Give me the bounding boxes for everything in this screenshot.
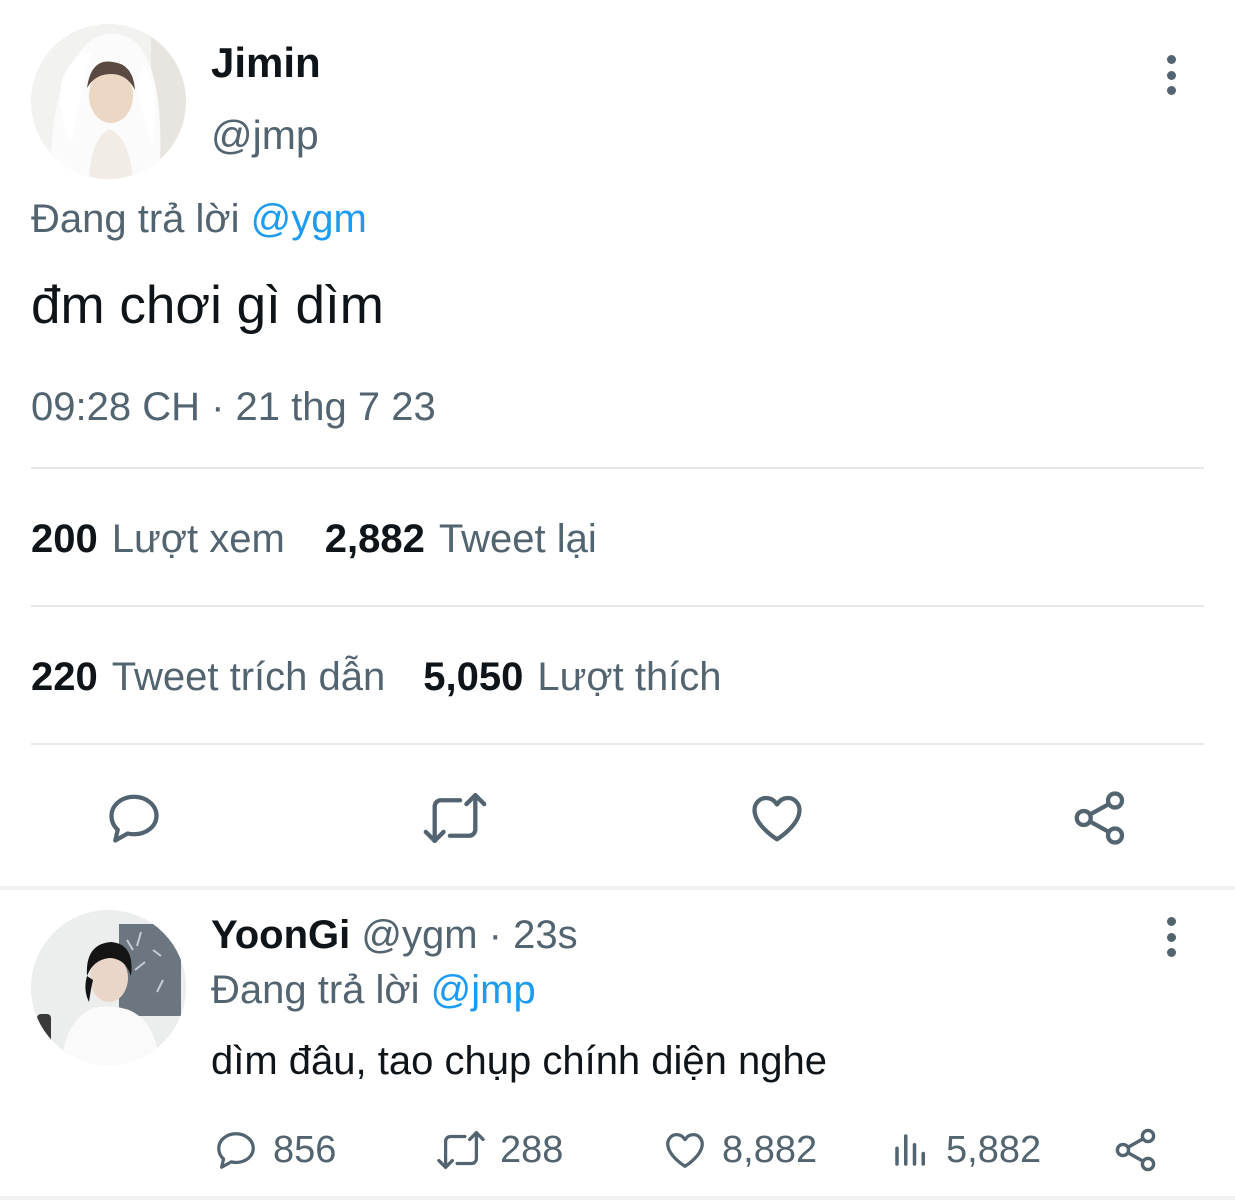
stat-retweets[interactable]: 2,882 Tweet lại <box>325 516 597 562</box>
stat-label: Lượt xem <box>111 517 285 561</box>
share-icon <box>1115 1128 1156 1172</box>
replying-to-prefix: Đang trả lời <box>211 968 420 1012</box>
views-count-button[interactable]: 5,882 <box>890 1126 1041 1174</box>
views-count: 5,882 <box>946 1128 1042 1171</box>
stat-label: Tweet trích dẫn <box>111 655 386 699</box>
author-handle[interactable]: @jmp <box>211 112 319 158</box>
reply-header: YoonGi @ygm · 23s <box>211 912 578 958</box>
avatar[interactable] <box>31 24 186 179</box>
retweet-icon[interactable] <box>422 790 488 846</box>
share-button[interactable] <box>1112 1126 1160 1174</box>
reply-count: 856 <box>273 1128 337 1171</box>
like-icon <box>666 1133 704 1168</box>
reply-time[interactable]: 23s <box>513 913 578 957</box>
replying-to: Đang trả lời @jmp <box>211 967 536 1013</box>
avatar-image <box>31 24 186 179</box>
more-options-icon[interactable] <box>1157 55 1185 95</box>
reply-icon <box>217 1132 255 1169</box>
stats-row-1: 200 Lượt xem 2,882 Tweet lại <box>31 516 597 562</box>
replying-to-mention[interactable]: @ygm <box>251 197 367 241</box>
retweet-count-button[interactable]: 288 <box>436 1126 563 1174</box>
tweet-detail-page: Jimin @jmp Đang trả lời @ygm đm chơi gì … <box>0 0 1235 1200</box>
reply-icon[interactable] <box>104 788 164 848</box>
divider <box>31 743 1204 745</box>
retweet-count: 288 <box>500 1128 564 1171</box>
views-icon <box>895 1134 925 1166</box>
divider <box>31 605 1204 607</box>
stats-row-2: 220 Tweet trích dẫn 5,050 Lượt thích <box>31 654 722 700</box>
author-name[interactable]: Jimin <box>211 40 321 86</box>
stat-views[interactable]: 200 Lượt xem <box>31 516 285 562</box>
stat-value: 2,882 <box>324 517 425 561</box>
like-count: 8,882 <box>722 1128 818 1171</box>
stat-value: 200 <box>31 517 98 561</box>
replying-to-prefix: Đang trả lời <box>31 197 240 241</box>
tweet-text: đm chơi gì dìm <box>31 276 384 335</box>
reply-author-name[interactable]: YoonGi <box>211 913 350 957</box>
meta-separator: · <box>488 913 502 957</box>
more-options-icon[interactable] <box>1157 917 1185 957</box>
like-count-button[interactable]: 8,882 <box>662 1126 817 1174</box>
reply-author-handle[interactable]: @ygm <box>361 913 477 957</box>
share-icon[interactable] <box>1070 788 1130 848</box>
reply-count-button[interactable]: 856 <box>213 1126 336 1174</box>
stat-likes[interactable]: 5,050 Lượt thích <box>423 654 721 700</box>
stat-quote-tweets[interactable]: 220 Tweet trích dẫn <box>31 654 385 700</box>
stat-label: Tweet lại <box>438 517 597 561</box>
tweet-timestamp[interactable]: 09:28 CH · 21 thg 7 23 <box>31 384 436 430</box>
avatar-image <box>31 910 186 1065</box>
reply-avatar[interactable] <box>31 910 186 1065</box>
retweet-icon <box>437 1131 485 1169</box>
replying-to-mention[interactable]: @jmp <box>431 968 536 1012</box>
stat-value: 220 <box>31 655 98 699</box>
section-divider <box>0 886 1235 890</box>
stat-label: Lượt thích <box>537 655 722 699</box>
reply-text: dìm đâu, tao chụp chính diện nghe <box>211 1039 828 1083</box>
main-tweet: Jimin @jmp Đang trả lời @ygm đm chơi gì … <box>0 0 1235 888</box>
like-icon[interactable] <box>747 788 807 848</box>
divider <box>31 467 1204 469</box>
stat-value: 5,050 <box>423 655 524 699</box>
section-divider <box>0 1196 1235 1200</box>
replying-to: Đang trả lời @ygm <box>31 196 367 242</box>
